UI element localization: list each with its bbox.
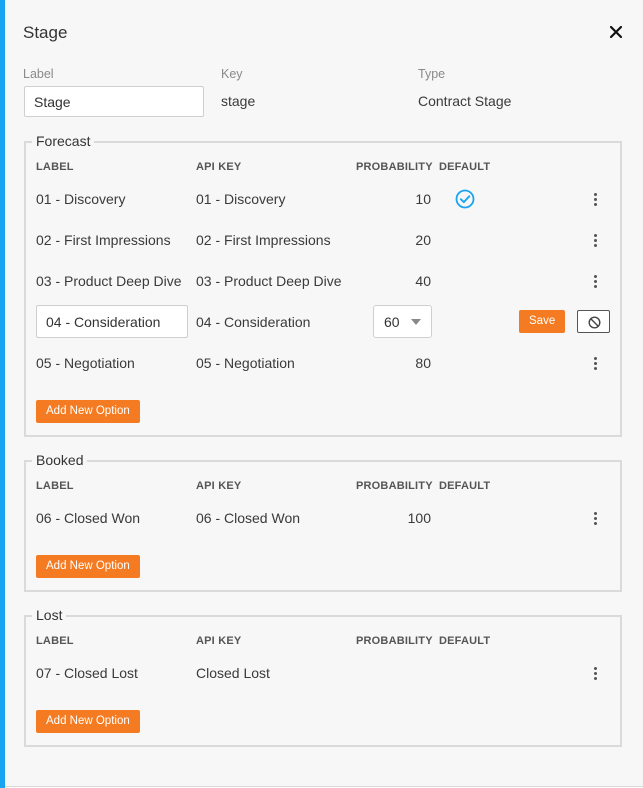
row-api-key: 06 - Closed Won [196,510,301,526]
add-new-option-button[interactable]: Add New Option [36,400,140,423]
col-api-key-header: API KEY [196,161,242,173]
row-probability: 10 [415,191,431,207]
type-value: Contract Stage [418,93,512,109]
row-api-key: 01 - Discovery [196,191,286,207]
probability-select[interactable]: 60 [373,305,432,338]
col-label-header: LABEL [36,635,74,647]
row-probability: 40 [415,273,431,289]
row-label: 02 - First Impressions [36,232,171,248]
stage-dialog: Stage Label Key Type stage Contract Stag… [5,0,643,787]
cancel-button[interactable] [577,310,610,333]
type-caption: Type [418,67,446,81]
col-default-header: DEFAULT [439,161,491,173]
row-probability: 20 [415,232,431,248]
col-api-key-header: API KEY [196,480,242,492]
save-button[interactable]: Save [519,310,566,333]
edit-label-input[interactable] [36,305,188,338]
row-label: 06 - Closed Won [36,510,141,526]
col-label-header: LABEL [36,161,74,173]
default-check-icon [455,189,475,209]
row-menu-icon[interactable] [591,275,599,291]
row-label: 05 - Negotiation [36,355,135,371]
col-api-key-header: API KEY [196,635,242,647]
dialog-title: Stage [23,23,68,42]
row-probability: 80 [415,355,431,371]
col-default-header: DEFAULT [439,480,491,492]
label-field[interactable] [24,86,204,117]
key-caption: Key [221,67,243,81]
add-new-option-button[interactable]: Add New Option [36,555,140,578]
row-api-key: 03 - Product Deep Dive [196,273,342,289]
forecast-title: Forecast [32,133,95,149]
row-label: 01 - Discovery [36,191,126,207]
row-probability: 100 [407,510,431,526]
row-label: 03 - Product Deep Dive [36,273,182,289]
col-label-header: LABEL [36,480,74,492]
row-menu-icon[interactable] [591,193,599,209]
row-menu-icon[interactable] [591,512,599,528]
edit-row-api-key: 04 - Consideration [196,314,311,330]
booked-title: Booked [32,452,88,468]
row-menu-icon[interactable] [591,357,599,373]
row-api-key: 02 - First Impressions [196,232,331,248]
lost-title: Lost [32,607,67,623]
col-probability-header: PROBABILITY [356,480,433,492]
row-api-key: Closed Lost [196,665,270,681]
key-value: stage [221,93,256,109]
row-api-key: 05 - Negotiation [196,355,295,371]
row-menu-icon[interactable] [591,667,599,683]
booked-section: Booked LABEL API KEY PROBABILITY DEFAULT… [24,452,622,592]
add-new-option-button[interactable]: Add New Option [36,710,140,733]
col-probability-header: PROBABILITY [356,635,433,647]
cancel-icon [588,316,601,329]
row-menu-icon[interactable] [591,234,599,250]
chevron-down-icon [411,319,421,325]
close-icon[interactable] [606,22,626,42]
col-default-header: DEFAULT [439,635,491,647]
forecast-section: Forecast LABEL API KEY PROBABILITY DEFAU… [24,133,622,437]
col-probability-header: PROBABILITY [356,161,433,173]
label-caption: Label [23,67,54,81]
probability-select-value: 60 [384,314,400,330]
row-label: 07 - Closed Lost [36,665,138,681]
lost-section: Lost LABEL API KEY PROBABILITY DEFAULT 0… [24,607,622,747]
